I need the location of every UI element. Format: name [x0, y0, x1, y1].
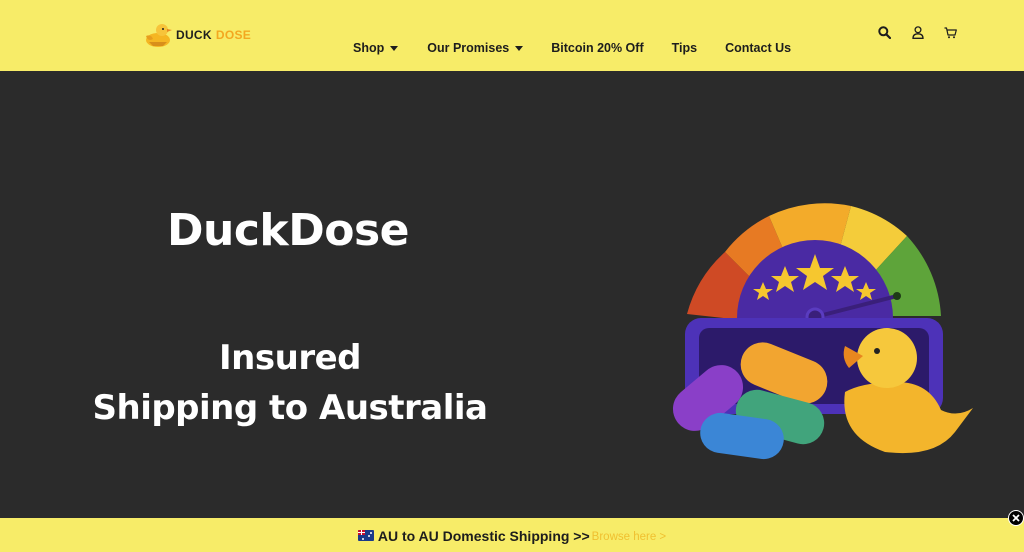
rating-gauge-pills-duck-illustration — [672, 203, 973, 460]
nav-bitcoin-offer-label: Bitcoin 20% Off — [551, 41, 644, 55]
search-icon[interactable] — [878, 26, 892, 44]
hero-subtitle-line1: Insured — [219, 338, 361, 378]
nav-our-promises[interactable]: Our Promises — [427, 41, 524, 55]
nav-tips[interactable]: Tips — [672, 41, 697, 55]
hero-title: DuckDose — [167, 205, 409, 256]
hero-subtitle-line2: Shipping to Australia — [92, 388, 488, 428]
main-nav: Shop Our Promises Bitcoin 20% Off Tips C… — [353, 40, 791, 56]
nav-shop[interactable]: Shop — [353, 41, 399, 55]
shipping-banner: AU to AU Domestic Shipping >> Browse her… — [0, 518, 1024, 552]
close-banner-button[interactable] — [1008, 510, 1024, 526]
site-header: DUCK DOSE Shop Our Promises Bitcoin 20% … — [0, 0, 1024, 71]
cart-icon[interactable] — [944, 26, 957, 44]
logo-word-duck: DUCK — [176, 28, 212, 42]
nav-contact-us[interactable]: Contact Us — [725, 41, 791, 55]
logo-word-dose: DOSE — [215, 28, 252, 42]
nav-our-promises-label: Our Promises — [427, 41, 510, 55]
rubber-duck-icon — [843, 328, 973, 454]
nav-shop-label: Shop — [353, 41, 385, 55]
duck-logo-icon — [146, 24, 172, 47]
nav-bitcoin-offer[interactable]: Bitcoin 20% Off — [551, 41, 643, 55]
site-logo[interactable]: DUCK DOSE — [143, 20, 251, 50]
chevron-down-icon — [515, 45, 524, 51]
browse-here-link[interactable]: Browse here > — [592, 531, 666, 543]
australia-flag-icon — [357, 529, 374, 541]
nav-tips-label: Tips — [671, 41, 698, 55]
nav-contact-us-label: Contact Us — [725, 41, 792, 55]
user-icon[interactable] — [912, 26, 924, 44]
close-icon — [1012, 514, 1020, 522]
shipping-banner-text: AU to AU Domestic Shipping >> — [377, 528, 590, 544]
header-icons — [878, 26, 957, 44]
chevron-down-icon — [390, 45, 399, 51]
